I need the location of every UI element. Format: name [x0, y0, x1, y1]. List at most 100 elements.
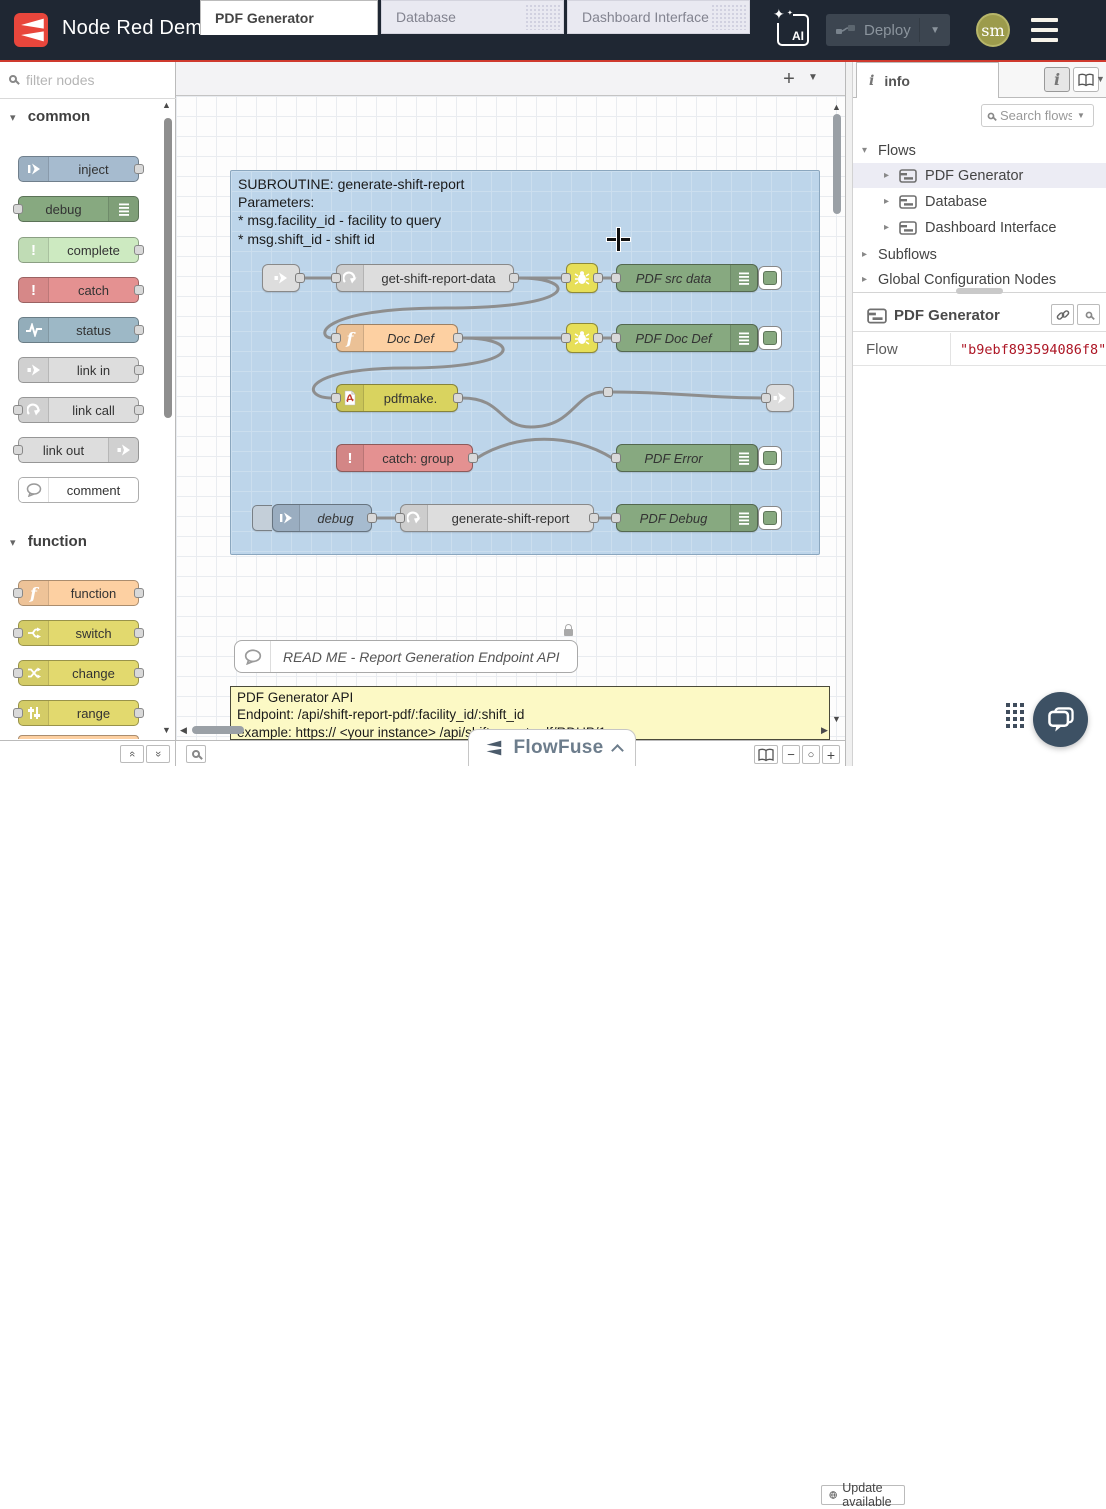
palette-node-complete[interactable]: ! complete [18, 237, 139, 263]
ai-assistant-button[interactable]: ✦ ✦ AI [777, 14, 809, 46]
palette-node-change[interactable]: change [18, 660, 139, 686]
palette-node-link-out[interactable]: link out [18, 437, 139, 463]
zoom-out-button[interactable]: − [782, 745, 800, 764]
palette-node-debug[interactable]: debug [18, 196, 139, 222]
palette-node-catch[interactable]: ! catch [18, 277, 139, 303]
deploy-button[interactable]: Deploy ▼ [826, 14, 950, 46]
node-generate-shift-report[interactable]: generate-shift-report [400, 504, 594, 532]
comment-bubble-icon [244, 649, 262, 665]
search-node-button[interactable] [1077, 304, 1100, 325]
flowfuse-panel-button[interactable]: FlowFuse [468, 729, 636, 766]
node-pdfmake[interactable]: pdfmake. [336, 384, 458, 412]
flows-search-box[interactable]: ▼ [981, 104, 1094, 127]
chat-widget-button[interactable] [1033, 692, 1088, 747]
node-pdf-debug[interactable]: PDF Debug [616, 504, 758, 532]
update-available-button[interactable]: Update available [821, 1485, 905, 1505]
palette-category-function[interactable]: ▾ function [10, 533, 87, 550]
debug-toggle-button[interactable] [758, 446, 782, 470]
app-title: Node Red Demo [62, 17, 214, 40]
link-icon [27, 363, 41, 377]
info-sidebar: i info i ▼ ▼ ▾ Flows ▸ PDF Generator ▸ D… [853, 62, 1106, 766]
debug-toggle-button[interactable] [758, 326, 782, 350]
expand-all-button[interactable]: » [146, 745, 170, 763]
palette-category-common[interactable]: ▾ common [10, 108, 90, 125]
deploy-label: Deploy [864, 22, 911, 39]
tree-item-pdf-generator[interactable]: ▸ PDF Generator [853, 163, 1106, 188]
canvas-hscrollbar[interactable] [192, 726, 244, 734]
collapse-all-button[interactable]: « [120, 745, 144, 763]
node-get-shift-report-data[interactable]: get-shift-report-data [336, 264, 514, 292]
palette-search [0, 62, 176, 99]
detail-row-value: "b9ebf893594086f8" [951, 333, 1106, 366]
canvas-scroll-left-icon[interactable]: ◀ [180, 725, 187, 736]
add-tab-button[interactable]: + [779, 66, 799, 92]
sidebar-splitter[interactable] [845, 62, 853, 766]
palette-node-function[interactable]: f function [18, 580, 139, 606]
inject-button[interactable] [252, 505, 272, 531]
tab-dashboard-interface[interactable]: Dashboard Interface [567, 0, 750, 34]
palette-node-range[interactable]: range [18, 700, 139, 726]
flow-icon [899, 221, 917, 235]
palette-scrollbar[interactable] [164, 118, 172, 418]
splitter-handle[interactable] [956, 288, 1003, 294]
search-flows-button[interactable] [186, 745, 206, 763]
palette-node-clipped[interactable] [18, 735, 139, 739]
zoom-in-button[interactable]: + [822, 745, 840, 764]
link-button[interactable] [1051, 304, 1074, 325]
canvas-scroll-up-icon[interactable]: ▲ [832, 102, 841, 112]
tree-item-database[interactable]: ▸ Database [853, 189, 1106, 214]
wire-junction[interactable] [603, 387, 613, 397]
drag-dots-icon[interactable] [1006, 703, 1028, 741]
debug-toggle-button[interactable] [758, 266, 782, 290]
sidebar-tab-info[interactable]: i info [856, 62, 999, 98]
node-red-logo-icon [14, 13, 48, 47]
filter-nodes-input[interactable] [26, 69, 166, 91]
change-icon [27, 666, 41, 680]
canvas-scroll-right-icon[interactable]: ▶ [821, 725, 828, 736]
node-debug-inject[interactable]: debug [272, 504, 372, 532]
info-tab-button[interactable]: i [1044, 67, 1070, 92]
palette-node-status[interactable]: status [18, 317, 139, 343]
palette-scroll-up-icon[interactable]: ▲ [162, 100, 171, 110]
palette-footer: « » [0, 740, 176, 766]
palette-node-link-in[interactable]: link in [18, 357, 139, 383]
zoom-reset-button[interactable]: ○ [802, 745, 820, 764]
node-catch-group[interactable]: ! catch: group [336, 444, 473, 472]
flow-canvas[interactable]: SUBROUTINE: generate-shift-report Parame… [176, 96, 845, 740]
node-doc-def[interactable]: f Doc Def [336, 324, 458, 352]
palette-scroll-down-icon[interactable]: ▼ [162, 725, 171, 735]
user-avatar[interactable]: sm [976, 13, 1010, 47]
canvas-scroll-down-icon[interactable]: ▼ [832, 714, 841, 724]
palette-node-switch[interactable]: switch [18, 620, 139, 646]
bug-icon [574, 270, 590, 286]
node-debug-trap-1[interactable] [566, 263, 598, 293]
node-pdf-src-data[interactable]: PDF src data [616, 264, 758, 292]
debug-toggle-button[interactable] [758, 506, 782, 530]
palette-node-inject[interactable]: inject [18, 156, 139, 182]
deploy-caret-icon[interactable]: ▼ [930, 25, 940, 36]
tree-flows[interactable]: ▾ Flows [853, 138, 1106, 163]
main-menu-button[interactable] [1031, 18, 1058, 42]
tab-database[interactable]: Database [381, 0, 564, 34]
tree-item-dashboard-interface[interactable]: ▸ Dashboard Interface [853, 215, 1106, 240]
canvas-vscrollbar[interactable] [833, 114, 841, 214]
search-flows-input[interactable] [1000, 108, 1072, 123]
sidebar-menu-caret-icon[interactable]: ▼ [1096, 74, 1105, 84]
chevron-down-icon: ▾ [10, 537, 16, 549]
node-pdf-doc-def[interactable]: PDF Doc Def [616, 324, 758, 352]
palette-node-link-call[interactable]: link call [18, 397, 139, 423]
tab-pdf-generator[interactable]: PDF Generator [200, 0, 378, 35]
tab-list-caret-icon[interactable]: ▼ [808, 72, 818, 83]
node-debug-trap-2[interactable] [566, 323, 598, 353]
node-palette: ▾ common inject debug ! complete ! catch… [0, 62, 176, 740]
tree-subflows[interactable]: ▸ Subflows [853, 242, 1106, 267]
guide-book-button[interactable] [754, 745, 778, 764]
node-link-out[interactable] [766, 384, 794, 412]
chevron-right-icon: ▸ [884, 222, 889, 233]
palette-node-comment[interactable]: comment [18, 477, 139, 503]
inject-icon [27, 162, 41, 176]
node-pdf-error[interactable]: PDF Error [616, 444, 758, 472]
globe-icon [829, 1488, 837, 1502]
node-comment-readme[interactable]: READ ME - Report Generation Endpoint API [234, 640, 578, 673]
node-link-in[interactable] [262, 264, 300, 292]
